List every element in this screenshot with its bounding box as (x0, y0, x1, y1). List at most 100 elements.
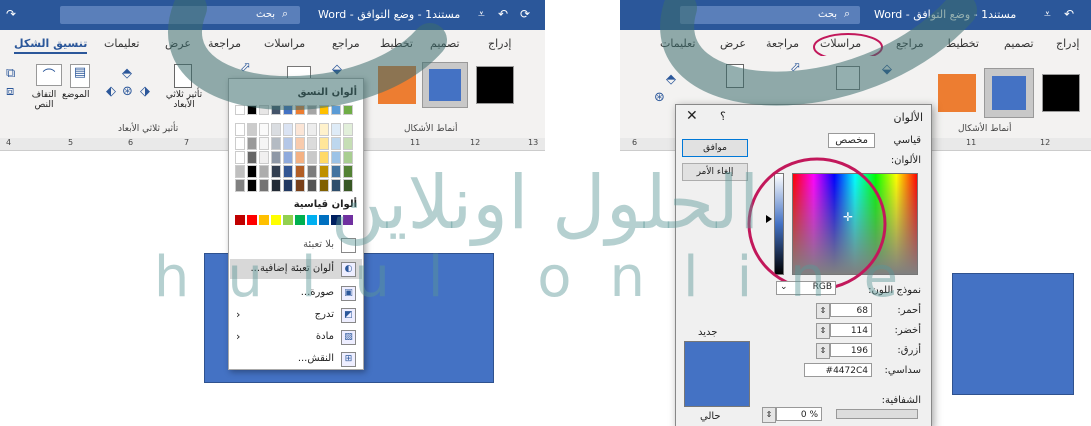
theme-color-swatch[interactable] (271, 151, 281, 164)
blue-input[interactable]: 196 (830, 343, 872, 357)
shape-outline-icon[interactable] (836, 66, 860, 90)
standard-color-swatch[interactable] (319, 215, 329, 225)
theme-color-swatch[interactable] (235, 179, 245, 192)
tab-view[interactable]: عرض (720, 37, 746, 50)
theme-color-swatch[interactable] (271, 123, 281, 136)
theme-color-swatch[interactable] (247, 151, 257, 164)
theme-color-swatch[interactable] (331, 123, 341, 136)
tab-standard[interactable]: قياسي (893, 135, 921, 146)
standard-color-swatch[interactable] (331, 215, 341, 225)
theme-color-swatch[interactable] (319, 151, 329, 164)
search-box[interactable]: ⌕ بحث (60, 6, 300, 24)
shape-fill-icon[interactable]: ⬙ (882, 62, 892, 77)
theme-color-swatch[interactable] (295, 105, 305, 115)
theme-color-swatch[interactable] (283, 123, 293, 136)
wrap-text-icon[interactable]: ⌒ (36, 64, 62, 86)
theme-color-swatch[interactable] (319, 123, 329, 136)
theme-color-swatch[interactable] (259, 123, 269, 136)
standard-color-swatch[interactable] (235, 215, 245, 225)
tab-custom[interactable]: مخصص (828, 133, 875, 148)
theme-color-swatch[interactable] (319, 165, 329, 178)
standard-color-swatch[interactable] (307, 215, 317, 225)
theme-color-swatch[interactable] (295, 123, 305, 136)
tab-design[interactable]: تصميم (430, 37, 460, 50)
save-icon[interactable]: ⟳ (520, 7, 530, 21)
theme-color-swatch[interactable] (343, 137, 353, 150)
3d-effect-icon[interactable] (726, 64, 744, 88)
position-icon[interactable]: ▤ (70, 64, 90, 88)
theme-color-swatch[interactable] (235, 123, 245, 136)
toggle-3d-icon[interactable]: ⊛ (122, 84, 133, 99)
transparency-spinner-icon[interactable]: ⇕ (762, 407, 776, 423)
theme-color-swatch[interactable] (271, 179, 281, 192)
shape-effects-icon[interactable]: ⬀ (790, 60, 801, 75)
theme-color-swatch[interactable] (283, 105, 293, 115)
theme-color-swatch[interactable] (259, 137, 269, 150)
transparency-input[interactable]: 0 % (776, 407, 822, 421)
hex-input[interactable]: #4472C4 (804, 363, 872, 377)
align-icon[interactable]: ⧈ (6, 84, 14, 99)
theme-color-swatch[interactable] (331, 105, 341, 115)
standard-color-swatch[interactable] (271, 215, 281, 225)
cancel-button[interactable]: إلغاء الأمر (682, 163, 748, 181)
theme-color-swatch[interactable] (343, 151, 353, 164)
theme-color-swatch[interactable] (331, 179, 341, 192)
tab-review[interactable]: مراجعة (766, 37, 799, 50)
tab-references[interactable]: مراجع (896, 37, 924, 50)
wrap-text-label[interactable]: التفاف النص (28, 90, 60, 110)
style-blue-swatch[interactable] (422, 62, 468, 108)
theme-color-swatch[interactable] (343, 179, 353, 192)
pattern-item[interactable]: ⊞ النقش... (230, 349, 362, 369)
red-spinner-icon[interactable]: ⇕ (816, 303, 830, 319)
theme-color-swatch[interactable] (307, 137, 317, 150)
gradient-item[interactable]: ◩ تدرج ‹ (230, 305, 362, 325)
undo-icon[interactable]: ↶ (1064, 7, 1074, 21)
tab-design[interactable]: تصميم (1004, 37, 1034, 50)
search-box[interactable]: ⌕ بحث (680, 6, 860, 24)
theme-color-swatch[interactable] (307, 179, 317, 192)
theme-color-swatch[interactable] (247, 105, 257, 115)
style-black-swatch[interactable] (476, 66, 514, 104)
tab-shape-format[interactable]: تنسيق الشكل (14, 37, 88, 54)
theme-color-swatch[interactable] (235, 105, 245, 115)
theme-color-swatch[interactable] (295, 179, 305, 192)
tab-insert[interactable]: إدراج (1056, 37, 1079, 50)
texture-item[interactable]: ▨ مادة ‹ (230, 327, 362, 347)
tab-insert[interactable]: إدراج (488, 37, 511, 50)
style-orange-swatch[interactable] (378, 66, 416, 104)
theme-color-swatch[interactable] (247, 137, 257, 150)
theme-color-swatch[interactable] (283, 151, 293, 164)
3d-effect-icon[interactable] (174, 64, 192, 88)
theme-color-swatch[interactable] (235, 165, 245, 178)
theme-color-swatch[interactable] (319, 137, 329, 150)
position-label[interactable]: الموضع (62, 90, 90, 100)
tilt-up-icon[interactable]: ⬘ (122, 66, 132, 81)
undo-icon[interactable]: ↶ (498, 7, 508, 21)
tab-help[interactable]: تعليمات (660, 37, 695, 50)
theme-color-swatch[interactable] (247, 123, 257, 136)
tab-layout[interactable]: تخطيط (946, 37, 979, 50)
shape-fill-icon[interactable]: ⬙ (332, 62, 342, 77)
theme-color-swatch[interactable] (319, 179, 329, 192)
tab-references[interactable]: مراجع (332, 37, 360, 50)
standard-color-swatch[interactable] (247, 215, 257, 225)
theme-color-swatch[interactable] (319, 105, 329, 115)
theme-color-swatch[interactable] (271, 137, 281, 150)
theme-color-swatch[interactable] (307, 123, 317, 136)
theme-color-swatch[interactable] (235, 151, 245, 164)
style-black-swatch[interactable] (1042, 74, 1080, 112)
standard-color-swatch[interactable] (259, 215, 269, 225)
theme-color-swatch[interactable] (259, 179, 269, 192)
theme-color-swatch[interactable] (331, 165, 341, 178)
tilt-right-icon[interactable]: ⬗ (140, 84, 150, 99)
arrange-icon[interactable]: ⧉ (6, 66, 15, 81)
no-fill-item[interactable]: بلا تعبئة (230, 235, 362, 255)
theme-color-swatch[interactable] (295, 165, 305, 178)
tilt-left-icon[interactable]: ⬖ (106, 84, 116, 99)
theme-color-swatch[interactable] (343, 105, 353, 115)
blue-spinner-icon[interactable]: ⇕ (816, 343, 830, 359)
style-blue-swatch[interactable] (984, 68, 1034, 118)
theme-color-swatch[interactable] (307, 151, 317, 164)
tab-layout[interactable]: تخطيط (380, 37, 413, 50)
standard-color-swatch[interactable] (283, 215, 293, 225)
